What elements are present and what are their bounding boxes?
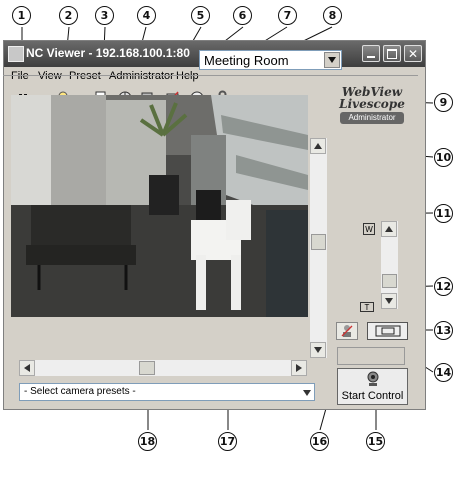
tilt-scrollbar[interactable] [310,138,327,358]
callout-4: 4 [137,6,156,25]
pan-scroll-thumb[interactable] [139,361,155,375]
administrator-badge: Administrator [340,112,404,124]
minimize-icon [367,55,375,58]
callout-7: 7 [278,6,297,25]
callout-11: 11 [434,204,453,223]
callout-15: 15 [366,432,385,451]
screen-size-icon [375,325,400,337]
callout-2: 2 [59,6,78,25]
status-field [337,347,405,365]
webview-livescope-logo: WebView Livescope Administrator [336,86,408,124]
callout-8: 8 [323,6,342,25]
chevron-up-icon [385,226,393,232]
zoom-slider[interactable] [381,221,398,309]
maximize-button[interactable] [383,45,401,62]
preset-select-value: Meeting Room [204,53,289,68]
zoom-slider-thumb[interactable] [382,274,397,288]
callout-1: 1 [12,6,31,25]
callout-13: 13 [434,321,453,340]
close-button[interactable]: ✕ [404,45,422,62]
callout-14: 14 [434,363,453,382]
callout-5: 5 [191,6,210,25]
close-icon: ✕ [407,46,419,61]
chevron-down-icon [314,347,322,353]
callout-16: 16 [310,432,329,451]
chevron-down-icon[interactable] [303,388,311,399]
logo-line-2: Livescope [339,97,405,111]
zoom-out-button[interactable] [381,293,397,309]
callout-10: 10 [434,148,453,167]
preset-select[interactable]: Meeting Room [199,50,342,70]
scroll-right-button[interactable] [291,360,307,376]
zoom-tele-icon: T [360,302,374,312]
camera-control-button[interactable] [336,322,358,340]
camera-scene [11,95,308,317]
callout-6: 6 [233,6,252,25]
callout-12: 12 [434,277,453,296]
chevron-down-icon [385,298,393,304]
chevron-right-icon [296,364,302,372]
camera-presets-placeholder: - Select camera presets - [24,386,136,397]
app-icon [8,46,24,62]
chevron-down-icon[interactable] [324,52,340,68]
zoom-wide-icon: W [363,223,375,235]
callout-18: 18 [138,432,157,451]
start-control-button[interactable]: Start Control [337,368,408,405]
callout-17: 17 [218,432,237,451]
scroll-left-button[interactable] [19,360,35,376]
start-control-label: Start Control [341,390,404,402]
callout-9: 9 [434,93,453,112]
maximize-icon [387,48,397,59]
camera-image[interactable] [11,95,308,317]
camera-person-icon [341,325,353,337]
pan-scrollbar[interactable] [19,360,307,376]
chevron-left-icon [24,364,30,372]
window-title: NC Viewer - 192.168.100.1:80 [26,46,190,60]
scroll-down-button[interactable] [310,342,326,358]
scroll-up-button[interactable] [310,138,326,154]
chevron-up-icon [314,143,322,149]
camera-presets-select[interactable]: - Select camera presets - [19,383,315,401]
callout-3: 3 [95,6,114,25]
view-mode-button[interactable] [367,322,408,340]
tilt-scroll-thumb[interactable] [311,234,326,250]
minimize-button[interactable] [362,45,380,62]
zoom-in-button[interactable] [381,221,397,237]
camera-control-icon [367,371,378,386]
